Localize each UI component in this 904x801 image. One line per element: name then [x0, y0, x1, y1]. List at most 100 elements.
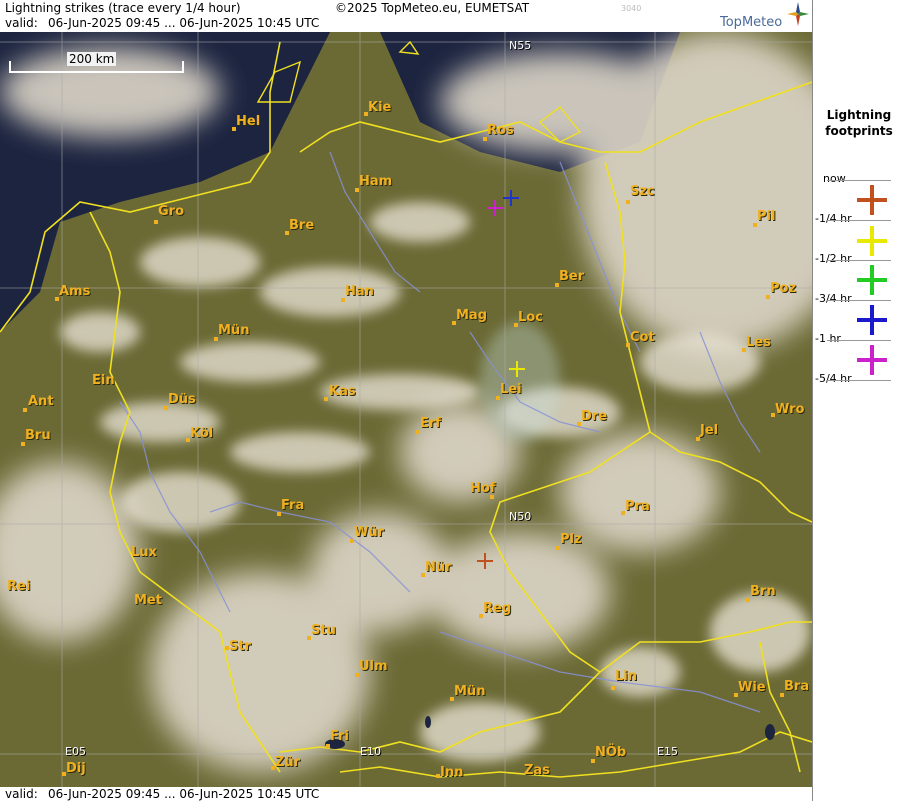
city-lin: Lin: [615, 669, 637, 684]
city-loc: Loc: [518, 310, 543, 325]
city-met: Met: [134, 593, 162, 608]
lightning-strike-marker: [509, 361, 525, 377]
footer-valid-range: 06-Jun-2025 09:45 ... 06-Jun-2025 10:45 …: [48, 787, 320, 801]
city-reg: Reg: [483, 601, 512, 616]
satellite-map[interactable]: 200 km N55 N50 E05 E10 E15 Hel Kie Ros S…: [0, 32, 812, 787]
city-szc: Szc: [630, 184, 655, 199]
city-mag: Mag: [456, 308, 488, 323]
city-dot: [154, 220, 158, 224]
city-han: Han: [345, 284, 374, 299]
city-poz: Poz: [770, 281, 797, 296]
city-mun-south: Mün: [454, 684, 486, 699]
city-stu: Stu: [311, 623, 336, 638]
legend-divider: [827, 300, 891, 301]
legend-title-line2: footprints: [825, 124, 893, 138]
city-hel: Hel: [236, 114, 261, 129]
city-nob: NÖb: [595, 745, 627, 760]
topmeteo-logo: TopMeteo: [720, 15, 783, 30]
city-rei: Rei: [7, 579, 31, 594]
city-lux: Lux: [131, 545, 157, 560]
city-fri: Fri: [330, 729, 349, 744]
city-ber: Ber: [559, 269, 585, 284]
legend-cross-one-hour-icon: [857, 345, 887, 375]
city-kas: Kas: [329, 384, 356, 399]
city-lei: Lei: [500, 382, 522, 397]
legend-cross-quarter-icon: [857, 226, 887, 256]
footer-bar: valid: 06-Jun-2025 09:45 ... 06-Jun-2025…: [0, 787, 812, 801]
grid-label-n50: N50: [509, 510, 532, 523]
legend-divider: [827, 260, 891, 261]
city-pra: Pra: [625, 499, 650, 514]
city-str: Str: [229, 639, 251, 654]
city-mun-north: Mün: [218, 323, 250, 338]
city-hof: Hof: [470, 481, 496, 496]
legend-cross-half-icon: [857, 265, 887, 295]
lightning-strike-marker: [477, 553, 493, 569]
city-kie: Kie: [368, 100, 392, 115]
legend-divider: [827, 220, 891, 221]
city-dot: [611, 686, 615, 690]
city-kol: Köl: [190, 426, 214, 441]
city-les: Les: [746, 335, 771, 350]
city-fra: Fra: [281, 498, 305, 513]
city-wur: Wür: [354, 525, 385, 540]
legend-label-half: -1/2 hr: [815, 252, 852, 265]
lightning-strike-marker: [503, 190, 519, 206]
legend-label-three-quarter: -3/4 hr: [815, 292, 852, 305]
city-gro: Gro: [158, 204, 185, 219]
city-wro: Wro: [775, 402, 805, 417]
legend-label-now: now: [823, 172, 846, 185]
legend-cross-now-icon: [857, 185, 887, 215]
map-title: Lightning strikes (trace every 1/4 hour): [5, 1, 241, 15]
legend-divider: [827, 380, 891, 381]
legend-panel: Lightning footprints now -1/4 hr -1/2 hr…: [812, 0, 904, 801]
grid-label-e15: E15: [657, 745, 678, 758]
city-dre: Dre: [581, 409, 608, 424]
city-ein: Ein: [92, 373, 115, 388]
legend-label-five-quarter: -5/4 hr: [815, 372, 852, 385]
image-code: 3040: [621, 4, 642, 13]
city-bru: Bru: [25, 428, 51, 443]
city-ams: Ams: [59, 284, 91, 299]
city-ant: Ant: [28, 394, 54, 409]
legend-divider: [827, 340, 891, 341]
grid-label-n55: N55: [509, 39, 532, 52]
city-erf: Erf: [420, 416, 441, 431]
legend-divider: [827, 180, 891, 181]
city-bra: Bra: [784, 679, 810, 694]
grid-label-e05: E05: [65, 745, 86, 758]
legend-title-line1: Lightning: [826, 108, 892, 122]
map-image: [0, 32, 812, 787]
header-bar: Lightning strikes (trace every 1/4 hour)…: [0, 0, 812, 32]
city-wie: Wie: [738, 680, 766, 695]
city-pil: Pil: [757, 209, 776, 224]
city-dot: [626, 200, 630, 204]
city-nur: Nür: [425, 560, 452, 575]
city-ham: Ham: [359, 174, 393, 189]
city-inn: Inn: [440, 765, 464, 780]
compass-icon: [787, 2, 809, 26]
city-dot: [326, 744, 330, 748]
city-brn: Brn: [750, 584, 776, 599]
city-zas: Zas: [524, 763, 550, 778]
grid-label-e10: E10: [360, 745, 381, 758]
lightning-strike-marker: [487, 200, 503, 216]
legend-label-quarter: -1/4 hr: [815, 212, 852, 225]
valid-range: 06-Jun-2025 09:45 ... 06-Jun-2025 10:45 …: [48, 16, 320, 30]
city-ulm: Ulm: [359, 659, 388, 674]
city-bre: Bre: [289, 218, 315, 233]
city-cot: Cot: [630, 330, 655, 345]
footer-valid-prefix: valid:: [5, 787, 38, 801]
valid-prefix: valid:: [5, 16, 38, 30]
city-dij: Dij: [66, 761, 86, 776]
city-zur: Zür: [275, 755, 301, 770]
legend-label-one-hour: -1 hr: [815, 332, 841, 345]
scale-label: 200 km: [67, 52, 117, 66]
copyright: ©2025 TopMeteo.eu, EUMETSAT: [335, 1, 530, 15]
city-plz: Plz: [560, 532, 582, 547]
city-jel: Jel: [700, 423, 719, 438]
legend-cross-three-quarter-icon: [857, 305, 887, 335]
city-dus: Düs: [168, 392, 196, 407]
city-dot: [23, 408, 27, 412]
city-dot: [324, 397, 328, 401]
